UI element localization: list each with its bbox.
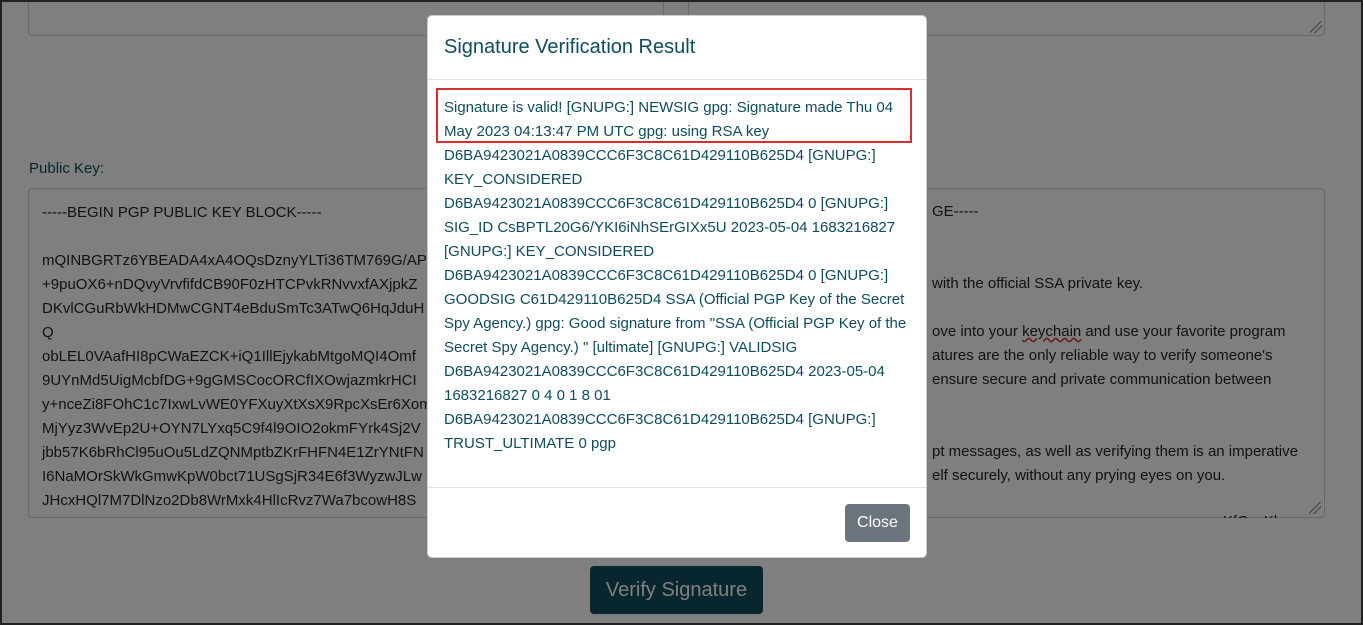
page-frame: Public Key: -----BEGIN PGP PUBLIC KEY BL… bbox=[0, 0, 1363, 625]
modal-header: Signature Verification Result bbox=[428, 16, 926, 80]
result-modal: Signature Verification Result Signature … bbox=[427, 15, 927, 558]
modal-body: Signature is valid! [GNUPG:] NEWSIG gpg:… bbox=[428, 80, 926, 488]
close-button[interactable]: Close bbox=[845, 504, 910, 542]
verification-result-text: Signature is valid! [GNUPG:] NEWSIG gpg:… bbox=[444, 99, 907, 452]
modal-footer: Close bbox=[428, 487, 926, 557]
modal-title: Signature Verification Result bbox=[444, 36, 696, 58]
